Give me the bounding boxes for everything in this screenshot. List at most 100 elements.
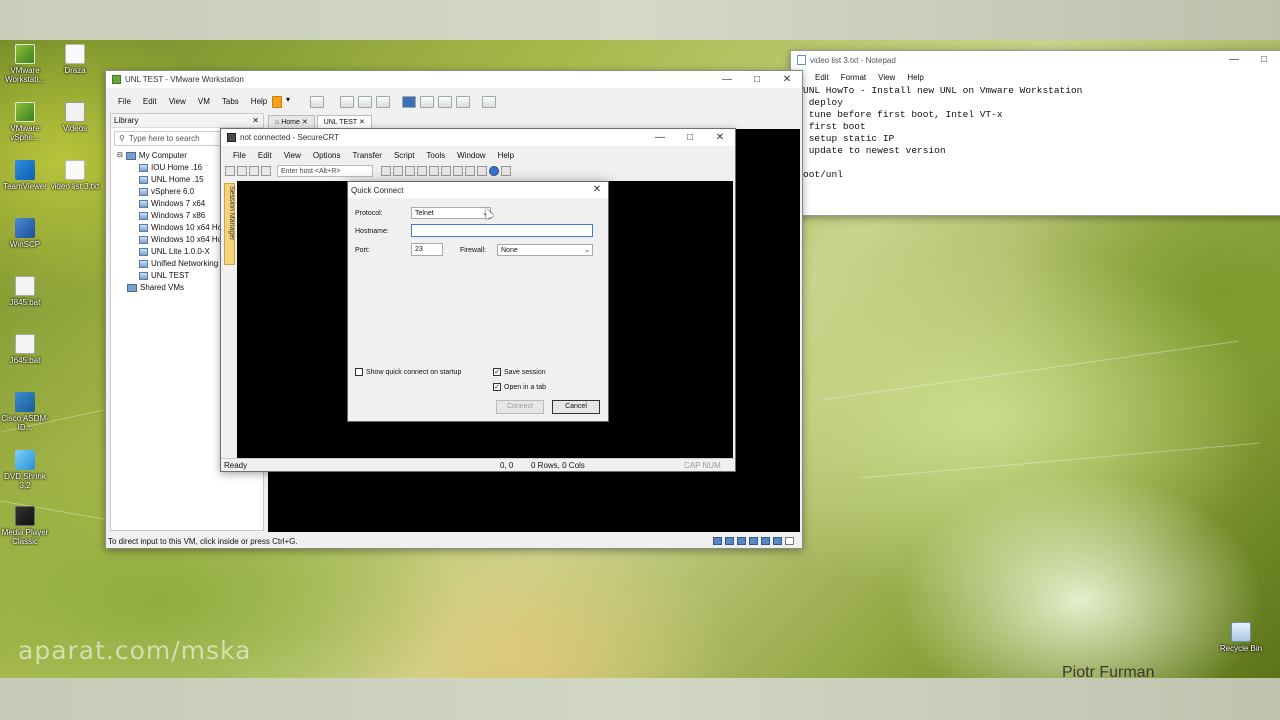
snapshot-manager-icon[interactable]: [376, 96, 390, 108]
crt-menu-file[interactable]: File: [227, 151, 252, 160]
keypad-icon[interactable]: [501, 166, 511, 176]
desktop-icon-j645[interactable]: J645.bat: [0, 334, 50, 365]
crt-menu-edit[interactable]: Edit: [252, 151, 278, 160]
open-in-tab-checkbox[interactable]: ✓ Open in a tab: [493, 383, 546, 391]
desktop-icon-winscp[interactable]: WinSCP: [0, 218, 50, 249]
crt-menu-transfer[interactable]: Transfer: [346, 151, 388, 160]
desktop-icon-teamviewer[interactable]: TeamViewer: [0, 160, 50, 191]
notepad-titlebar[interactable]: video list 3.txt - Notepad: [791, 51, 1280, 69]
maximize-icon[interactable]: □: [1249, 51, 1279, 68]
crt-menu-view[interactable]: View: [278, 151, 307, 160]
network-adapter-icon[interactable]: [737, 537, 746, 545]
send-ctrl-alt-del-icon[interactable]: [310, 96, 324, 108]
global-options-icon[interactable]: [453, 166, 463, 176]
notepad-window[interactable]: video list 3.txt - Notepad — □ Edit Form…: [790, 50, 1280, 216]
maximize-icon[interactable]: □: [675, 129, 705, 146]
disconnect-icon[interactable]: [261, 166, 271, 176]
vmware-menu-help[interactable]: Help: [245, 97, 273, 106]
cancel-button[interactable]: Cancel: [552, 400, 600, 414]
notepad-text-area[interactable]: UNL HowTo - Install new UNL on Vmware Wo…: [803, 85, 1082, 181]
desktop-icon-cisco-asdm[interactable]: Cisco ASDM-ID...: [0, 392, 50, 432]
desktop-icon-j845[interactable]: J845.bat: [0, 276, 50, 307]
desktop-icon-draza[interactable]: Draza: [50, 44, 100, 75]
connect-tab-icon[interactable]: [249, 166, 259, 176]
show-library-icon[interactable]: [402, 96, 416, 108]
crt-menu-help[interactable]: Help: [492, 151, 520, 160]
sftp-icon[interactable]: [465, 166, 475, 176]
full-screen-icon[interactable]: [438, 96, 452, 108]
save-session-checkbox[interactable]: ✓ Save session: [493, 368, 546, 376]
desktop-icon-video-list[interactable]: video list 3.txt: [50, 160, 100, 191]
crt-menu-script[interactable]: Script: [388, 151, 420, 160]
copy-icon[interactable]: [381, 166, 391, 176]
print-setup-icon[interactable]: [429, 166, 439, 176]
notepad-menu-edit[interactable]: Edit: [809, 73, 835, 82]
vmware-menu-file[interactable]: File: [112, 97, 137, 106]
unity-icon[interactable]: [456, 96, 470, 108]
firewall-select[interactable]: None ⌄: [497, 244, 593, 256]
network-adapter-icon[interactable]: [749, 537, 758, 545]
vm-icon: [139, 260, 148, 268]
vmware-titlebar[interactable]: UNL TEST - VMware Workstation: [106, 71, 802, 88]
protocol-select[interactable]: Telnet ⌄: [411, 207, 491, 219]
connect-button[interactable]: Connect: [496, 400, 544, 414]
port-input[interactable]: 23: [411, 243, 443, 256]
help-icon[interactable]: [489, 166, 499, 176]
desktop-icon-vsphere[interactable]: VMware vSphe...: [0, 102, 50, 142]
host-input[interactable]: Enter host <Alt+R>: [277, 165, 373, 177]
close-icon[interactable]: ✕: [772, 71, 802, 88]
display-icon[interactable]: [785, 537, 794, 545]
dvd-shrink-icon: [15, 450, 35, 470]
cd-drive-icon[interactable]: [725, 537, 734, 545]
keymap-icon[interactable]: [477, 166, 487, 176]
minimize-icon[interactable]: —: [1219, 51, 1249, 68]
revert-snapshot-icon[interactable]: [358, 96, 372, 108]
quick-connect-icon[interactable]: [237, 166, 247, 176]
session-manager-tab[interactable]: Session Manager: [224, 183, 235, 265]
desktop-icon-recycle-bin[interactable]: Recycle Bin: [1216, 622, 1266, 653]
winscp-icon: [15, 218, 35, 238]
tab-home[interactable]: ⌂ Home ✕: [268, 115, 315, 129]
hard-disk-icon[interactable]: [713, 537, 722, 545]
maximize-icon[interactable]: □: [742, 71, 772, 88]
paste-icon[interactable]: [393, 166, 403, 176]
close-library-icon[interactable]: ✕: [252, 114, 259, 128]
minimize-icon[interactable]: —: [712, 71, 742, 88]
notepad-menu-help[interactable]: Help: [901, 73, 929, 82]
notepad-menu-view[interactable]: View: [872, 73, 901, 82]
pause-icon[interactable]: [272, 96, 282, 108]
close-icon[interactable]: ✕: [705, 129, 735, 146]
console-view-icon[interactable]: [482, 96, 496, 108]
desktop-icon-dvd-shrink[interactable]: DVD Shrink 3.2: [0, 450, 50, 490]
desktop-icon-media-player[interactable]: Media Player Classic: [0, 506, 50, 546]
notepad-line: [803, 157, 1082, 169]
tab-unl-test[interactable]: UNL TEST ✕: [316, 115, 372, 129]
vmware-menu-view[interactable]: View: [163, 97, 192, 106]
print-icon[interactable]: [417, 166, 427, 176]
vm-icon: [139, 188, 148, 196]
usb-icon[interactable]: [773, 537, 782, 545]
close-icon[interactable]: ✕: [586, 182, 608, 199]
minimize-icon[interactable]: —: [645, 129, 675, 146]
show-on-startup-checkbox[interactable]: Show quick connect on startup: [355, 368, 461, 376]
settings-icon[interactable]: [441, 166, 451, 176]
desktop-icon-vmware[interactable]: VMware Workstati...: [0, 44, 50, 84]
network-adapter-icon[interactable]: [761, 537, 770, 545]
quick-connect-dialog[interactable]: Quick Connect ✕ Protocol: Telnet ⌄ Hostn…: [347, 181, 609, 422]
notepad-menu-format[interactable]: Format: [835, 73, 872, 82]
quick-connect-titlebar[interactable]: Quick Connect: [348, 182, 608, 198]
hostname-input[interactable]: [411, 224, 593, 237]
connect-icon[interactable]: [225, 166, 235, 176]
vmware-menu-edit[interactable]: Edit: [137, 97, 163, 106]
pause-dropdown-chevron-icon[interactable]: ▾: [286, 95, 290, 104]
vmware-menu-vm[interactable]: VM: [192, 97, 216, 106]
snapshot-icon[interactable]: [340, 96, 354, 108]
find-icon[interactable]: [405, 166, 415, 176]
thumbnail-bar-icon[interactable]: [420, 96, 434, 108]
crt-menu-window[interactable]: Window: [451, 151, 491, 160]
collapse-icon[interactable]: ⊟: [117, 150, 123, 162]
desktop-icon-videos[interactable]: Videos: [50, 102, 100, 133]
crt-menu-tools[interactable]: Tools: [420, 151, 451, 160]
crt-menu-options[interactable]: Options: [307, 151, 347, 160]
vmware-menu-tabs[interactable]: Tabs: [216, 97, 245, 106]
